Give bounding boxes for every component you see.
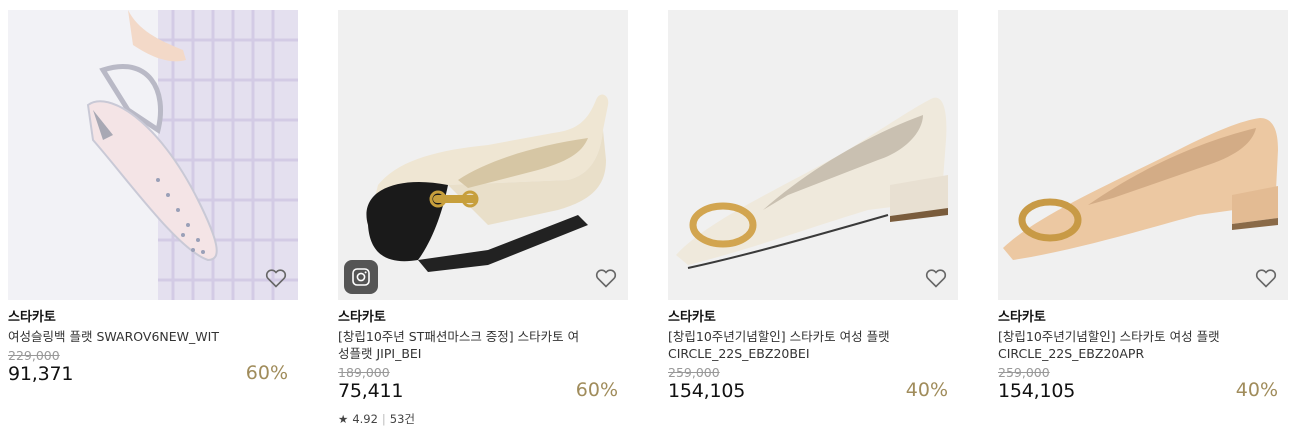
product-image[interactable] bbox=[8, 10, 298, 300]
price-row: 154,105 40% bbox=[998, 379, 1288, 402]
product-photo-slingback bbox=[8, 10, 298, 300]
product-image[interactable] bbox=[338, 10, 628, 300]
price-row: 154,105 40% bbox=[668, 379, 958, 402]
review-summary[interactable]: ★ 4.92 | 53건 bbox=[338, 412, 628, 426]
product-image[interactable] bbox=[668, 10, 958, 300]
product-photo-ballet-flat bbox=[338, 10, 628, 300]
product-photo-pointed-flat-beige bbox=[668, 10, 958, 300]
brand-name[interactable]: 스타카토 bbox=[338, 309, 628, 326]
instagram-icon bbox=[352, 268, 370, 286]
product-card[interactable]: 스타카토 여성슬링백 플랫 SWAROV6NEW_WIT 229,000 91,… bbox=[8, 10, 298, 385]
product-name[interactable]: [창립10주년기념할인] 스타카토 여성 플랫 CIRCLE_22S_EBZ20… bbox=[668, 328, 918, 362]
instagram-badge[interactable] bbox=[344, 260, 378, 294]
wishlist-heart-icon[interactable] bbox=[264, 266, 288, 290]
product-name[interactable]: 여성슬링백 플랫 SWAROV6NEW_WIT bbox=[8, 328, 258, 345]
rating-score: 4.92 bbox=[352, 412, 378, 426]
product-name[interactable]: [창립10주년기념할인] 스타카토 여성 플랫 CIRCLE_22S_EBZ20… bbox=[998, 328, 1248, 362]
review-count: 53건 bbox=[389, 412, 416, 426]
product-photo-pointed-flat-apricot bbox=[998, 10, 1288, 300]
wishlist-heart-icon[interactable] bbox=[924, 266, 948, 290]
discount-rate: 40% bbox=[1235, 379, 1278, 401]
brand-name[interactable]: 스타카토 bbox=[668, 309, 958, 326]
product-name[interactable]: [창립10주년 ST패션마스크 증정] 스타카토 여성플랫 JIPI_BEI bbox=[338, 328, 588, 362]
wishlist-heart-icon[interactable] bbox=[594, 266, 618, 290]
wishlist-heart-icon[interactable] bbox=[1254, 266, 1278, 290]
discount-rate: 60% bbox=[245, 362, 288, 384]
product-card[interactable]: 스타카토 [창립10주년기념할인] 스타카토 여성 플랫 CIRCLE_22S_… bbox=[668, 10, 958, 402]
product-image[interactable] bbox=[998, 10, 1288, 300]
discount-rate: 60% bbox=[575, 379, 618, 401]
product-grid: 스타카토 여성슬링백 플랫 SWAROV6NEW_WIT 229,000 91,… bbox=[0, 0, 1291, 435]
product-card[interactable]: 스타카토 [창립10주년기념할인] 스타카토 여성 플랫 CIRCLE_22S_… bbox=[998, 10, 1288, 402]
product-card[interactable]: 스타카토 [창립10주년 ST패션마스크 증정] 스타카토 여성플랫 JIPI_… bbox=[338, 10, 628, 426]
discount-rate: 40% bbox=[905, 379, 948, 401]
price-row: 75,411 60% bbox=[338, 379, 628, 402]
review-separator: | bbox=[381, 412, 386, 426]
star-icon: ★ bbox=[338, 412, 349, 426]
price-row: 91,371 60% bbox=[8, 362, 298, 385]
brand-name[interactable]: 스타카토 bbox=[998, 309, 1288, 326]
brand-name[interactable]: 스타카토 bbox=[8, 309, 298, 326]
